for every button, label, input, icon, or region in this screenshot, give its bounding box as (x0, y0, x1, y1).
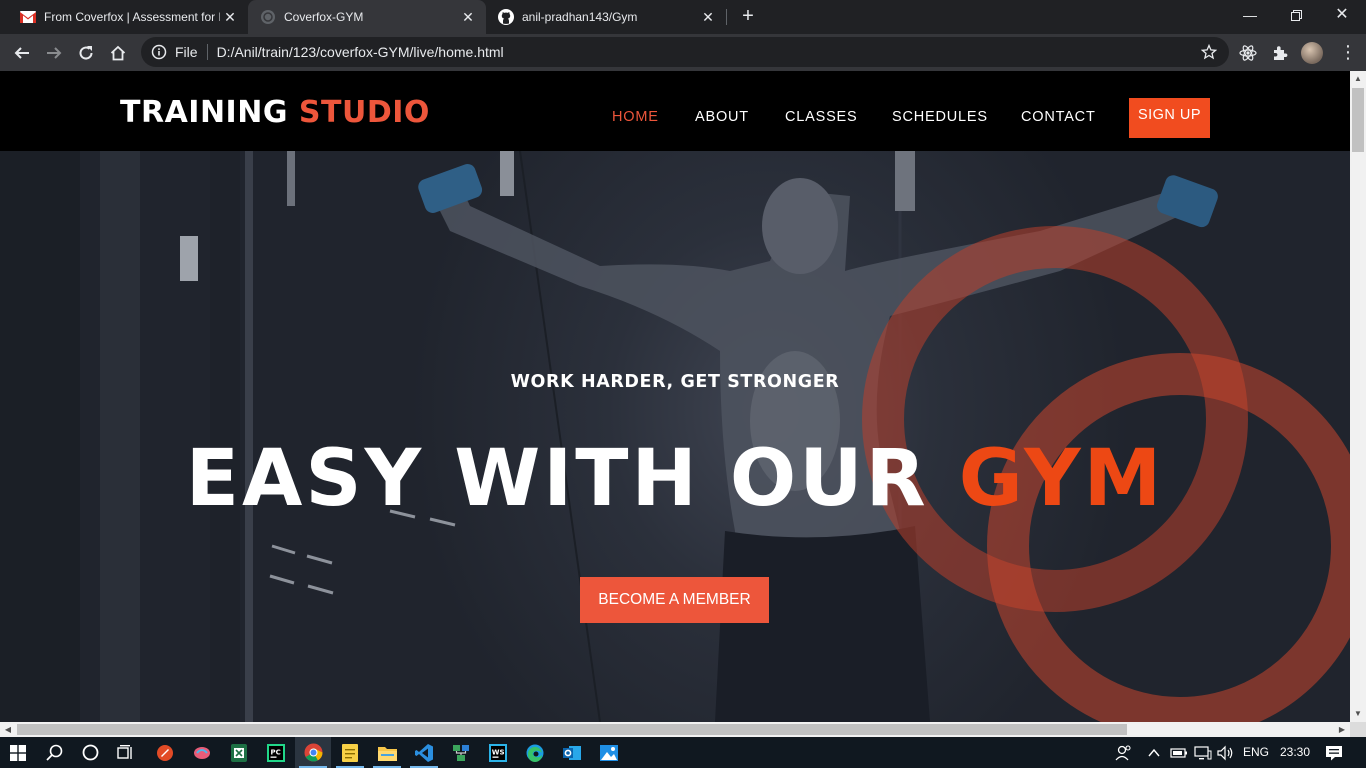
tab-title: anil-pradhan143/Gym (522, 10, 638, 24)
react-devtools-icon[interactable] (1239, 44, 1257, 62)
app-icon-orange[interactable] (147, 737, 183, 768)
tab-separator (726, 9, 727, 25)
clock[interactable]: 23:30 (1280, 737, 1310, 768)
close-tab-icon[interactable]: ✕ (222, 9, 238, 25)
svg-text:PC: PC (271, 748, 281, 756)
back-button[interactable] (8, 39, 36, 67)
extensions-puzzle-icon[interactable] (1271, 44, 1289, 62)
tab-github[interactable]: anil-pradhan143/Gym ✕ (486, 0, 726, 34)
restore-button[interactable] (1273, 0, 1319, 32)
windows-taskbar: PC WS ENG 23:30 (0, 737, 1366, 768)
nav-about[interactable]: ABOUT (695, 109, 749, 125)
forward-arrow-icon (47, 47, 62, 59)
new-tab-button[interactable]: + (737, 5, 759, 27)
battery-icon[interactable] (1170, 746, 1188, 760)
nav-home[interactable]: HOME (612, 109, 659, 125)
chevron-up-icon[interactable] (1147, 746, 1161, 760)
url-text[interactable]: D:/Anil/train/123/coverfox-GYM/live/home… (217, 44, 504, 60)
profile-avatar[interactable] (1301, 42, 1323, 64)
nav-contact[interactable]: CONTACT (1021, 109, 1096, 125)
pycharm-icon[interactable]: PC (258, 737, 294, 768)
back-arrow-icon (14, 47, 29, 59)
people-icon[interactable] (1115, 744, 1133, 762)
language-indicator[interactable]: ENG (1243, 737, 1269, 768)
close-tab-icon[interactable]: ✕ (460, 9, 476, 25)
page-viewport: TRAINING STUDIO HOME ABOUT CLASSES SCHED… (0, 71, 1350, 722)
sign-up-button[interactable]: SIGN UP (1129, 98, 1210, 138)
close-tab-icon[interactable]: ✕ (700, 9, 716, 25)
minimize-button[interactable]: — (1227, 0, 1273, 32)
close-window-button[interactable]: ✕ (1319, 0, 1365, 32)
tab-gmail[interactable]: From Coverfox | Assessment for F ✕ (0, 0, 248, 34)
start-icon[interactable] (0, 737, 36, 768)
nav-classes[interactable]: CLASSES (785, 109, 858, 125)
scroll-up-arrow-icon[interactable]: ▲ (1350, 71, 1366, 87)
forward-button[interactable] (40, 39, 68, 67)
volume-icon[interactable] (1217, 745, 1235, 761)
edge-icon[interactable] (517, 737, 553, 768)
tab-title: From Coverfox | Assessment for F (44, 10, 220, 24)
tab-coverfox-gym[interactable]: Coverfox-GYM ✕ (248, 0, 486, 34)
tab-strip: From Coverfox | Assessment for F ✕ Cover… (0, 0, 1366, 34)
tab-title: Coverfox-GYM (284, 10, 364, 24)
gmail-icon (20, 9, 36, 25)
restore-icon (1290, 10, 1302, 21)
site-header: TRAINING STUDIO HOME ABOUT CLASSES SCHED… (0, 71, 1350, 151)
scroll-down-arrow-icon[interactable]: ▼ (1350, 706, 1366, 722)
svg-text:WS: WS (492, 748, 505, 756)
info-icon[interactable] (151, 44, 167, 60)
webstorm-icon[interactable]: WS (480, 737, 516, 768)
home-icon (110, 45, 126, 61)
outlook-icon[interactable] (554, 737, 590, 768)
site-logo[interactable]: TRAINING STUDIO (120, 95, 430, 130)
app-icon-brain[interactable] (184, 737, 220, 768)
globe-icon (260, 9, 276, 25)
search-icon[interactable] (36, 737, 72, 768)
scheme-label: File (175, 44, 198, 60)
network-icon[interactable] (1194, 745, 1212, 761)
reload-button[interactable] (72, 39, 100, 67)
headline-accent: GYM (958, 434, 1165, 524)
nav-schedules[interactable]: SCHEDULES (892, 109, 988, 125)
browser-toolbar: File D:/Anil/train/123/coverfox-GYM/live… (0, 34, 1366, 71)
photos-icon[interactable] (591, 737, 627, 768)
vertical-scroll-thumb[interactable] (1352, 88, 1364, 152)
bookmark-star-icon[interactable] (1201, 44, 1217, 60)
task-view-icon[interactable] (108, 737, 144, 768)
github-icon (498, 9, 514, 25)
network-app-icon[interactable] (443, 737, 479, 768)
scrollbar-corner (1350, 722, 1366, 737)
scroll-right-arrow-icon[interactable]: ▶ (1334, 722, 1350, 737)
become-member-button[interactable]: BECOME A MEMBER (580, 577, 769, 623)
scroll-left-arrow-icon[interactable]: ◀ (0, 722, 16, 737)
logo-accent: STUDIO (298, 95, 430, 130)
address-divider (206, 44, 208, 60)
address-bar[interactable]: File D:/Anil/train/123/coverfox-GYM/live… (141, 37, 1229, 67)
hero-section: WORK HARDER, GET STRONGER EASY WITH OUR … (0, 151, 1350, 722)
reload-icon (79, 46, 93, 60)
chrome-icon[interactable] (295, 737, 331, 768)
notes-icon[interactable] (332, 737, 368, 768)
vscode-icon[interactable] (406, 737, 442, 768)
logo-primary: TRAINING (120, 95, 288, 130)
hero-headline: EASY WITH OUR GYM (0, 434, 1350, 524)
horizontal-scroll-thumb[interactable] (17, 724, 1127, 735)
home-button[interactable] (104, 39, 132, 67)
notifications-icon[interactable] (1325, 744, 1343, 762)
headline-main: EASY WITH OUR (185, 434, 929, 524)
horizontal-scrollbar[interactable]: ◀ ▶ (0, 722, 1350, 737)
hero-tagline: WORK HARDER, GET STRONGER (510, 372, 840, 392)
excel-icon[interactable] (221, 737, 257, 768)
chrome-menu-button[interactable]: ⋮ (1339, 42, 1357, 64)
vertical-scrollbar[interactable]: ▲ ▼ (1350, 71, 1366, 722)
file-explorer-icon[interactable] (369, 737, 405, 768)
cortana-icon[interactable] (72, 737, 108, 768)
